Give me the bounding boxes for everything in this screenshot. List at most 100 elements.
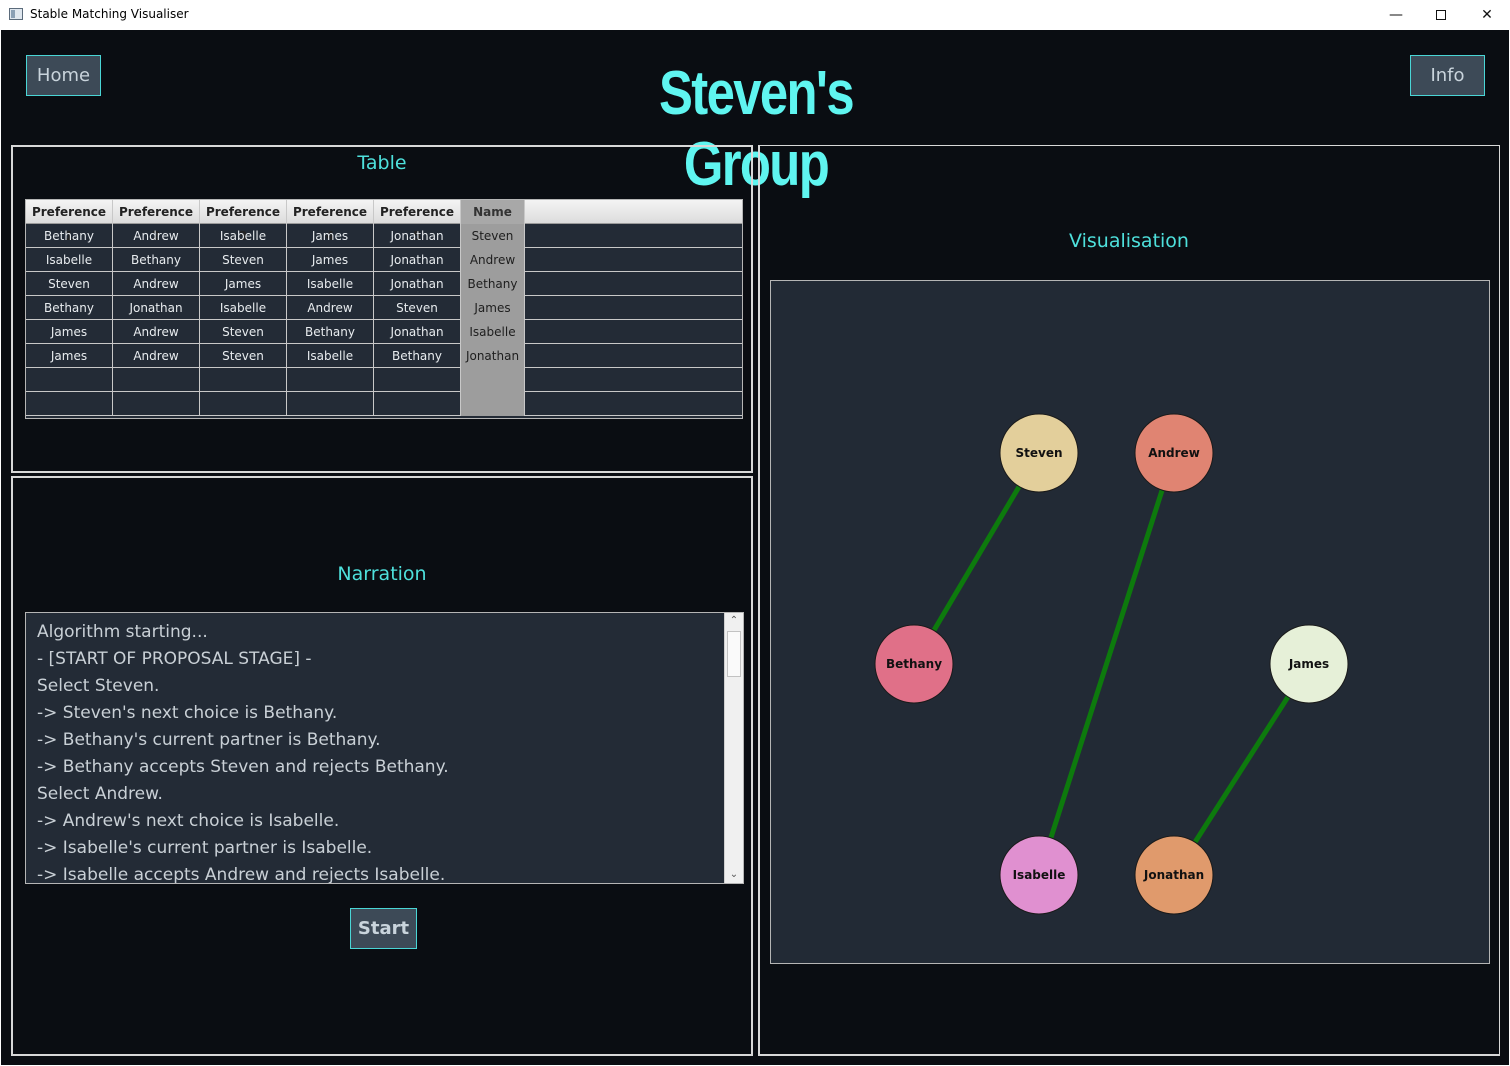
visualisation-panel: Visualisation Steven Andrew Bethany James Is…	[758, 145, 1500, 1056]
node-label: James	[1288, 657, 1329, 671]
match-edge	[1036, 452, 1177, 876]
table-cell: Jonathan	[113, 296, 200, 320]
narration-panel: Narration Algorithm starting... - [START …	[11, 476, 753, 1056]
table-cell: James	[287, 248, 374, 272]
narration-line: -> Bethany accepts Steven and rejects Be…	[37, 757, 449, 777]
table-cell: Andrew	[113, 224, 200, 248]
table-cell	[113, 368, 200, 392]
table-cell: Steven	[200, 320, 287, 344]
window-title: Stable Matching Visualiser	[30, 7, 189, 21]
table-cell: Isabelle	[200, 296, 287, 320]
node-label: Andrew	[1148, 446, 1200, 460]
visualisation-title: Visualisation	[1069, 230, 1189, 252]
table-cell: James	[287, 224, 374, 248]
close-button[interactable]: ✕	[1464, 0, 1510, 30]
table-row[interactable]: Isabelle Bethany Steven James Jonathan Andrew	[26, 248, 742, 272]
app-window-icon	[9, 8, 23, 20]
narration-line: -> Steven's next choice is Bethany.	[37, 703, 338, 723]
table-cell: Jonathan	[374, 224, 461, 248]
table-cell	[200, 392, 287, 416]
table-cell-name	[461, 368, 525, 392]
table-cell	[374, 368, 461, 392]
node-james: James	[1269, 624, 1349, 704]
table-row[interactable]: James Andrew Steven Bethany Jonathan Isabelle	[26, 320, 742, 344]
table-cell: James	[26, 344, 113, 368]
node-bethany: Bethany	[874, 624, 954, 704]
table-cell-name	[461, 392, 525, 416]
table-cell: Steven	[200, 248, 287, 272]
table-cell-name: Isabelle	[461, 320, 525, 344]
column-header[interactable]: Preference 4	[287, 200, 374, 243]
node-label: Jonathan	[1143, 868, 1204, 882]
column-header-name[interactable]: Name	[461, 200, 525, 224]
table-cell: Andrew	[287, 296, 374, 320]
table-cell: Bethany	[26, 296, 113, 320]
scroll-up-icon[interactable]: ⌃	[725, 613, 743, 629]
table-row[interactable]: Steven Andrew James Isabelle Jonathan Bethany	[26, 272, 742, 296]
column-header[interactable]: Preference 3	[200, 200, 287, 243]
narration-scrollbar[interactable]: ⌃ ⌄	[724, 613, 743, 883]
table-row-empty[interactable]	[26, 392, 742, 416]
narration-textarea[interactable]: Algorithm starting... - [START OF PROPOSA…	[25, 612, 744, 884]
table-cell: Bethany	[374, 344, 461, 368]
table-cell-name: Steven	[461, 224, 525, 248]
column-header[interactable]: Preference 2	[113, 200, 200, 243]
home-button[interactable]: Home	[26, 55, 101, 96]
narration-line: -> Andrew's next choice is Isabelle.	[37, 811, 340, 831]
column-header[interactable]: Preference 5	[374, 200, 461, 243]
column-header[interactable]: Preference 1	[26, 200, 113, 243]
table-cell	[200, 368, 287, 392]
scroll-thumb[interactable]	[727, 631, 741, 677]
narration-log: Algorithm starting... - [START OF PROPOSA…	[37, 619, 717, 883]
table-cell: Steven	[200, 344, 287, 368]
table-cell: Bethany	[26, 224, 113, 248]
preference-table[interactable]: Preference 1 Preference 2 Preference 3 P…	[25, 199, 743, 419]
table-row[interactable]: James Andrew Steven Isabelle Bethany Jonathan	[26, 344, 742, 368]
table-cell: Jonathan	[374, 248, 461, 272]
table-cell	[26, 368, 113, 392]
table-row-empty[interactable]	[26, 368, 742, 392]
table-cell: James	[26, 320, 113, 344]
minimize-icon: —	[1389, 7, 1403, 23]
table-cell	[113, 392, 200, 416]
narration-line: Select Steven.	[37, 676, 160, 696]
node-label: Steven	[1015, 446, 1062, 460]
node-andrew: Andrew	[1134, 413, 1214, 493]
maximize-icon	[1436, 10, 1446, 20]
start-button[interactable]: Start	[350, 908, 417, 949]
visualisation-canvas: Steven Andrew Bethany James Isabelle Jonathan	[770, 280, 1490, 964]
table-cell: Steven	[374, 296, 461, 320]
narration-line: - [START OF PROPOSAL STAGE] -	[37, 649, 312, 669]
table-cell: Andrew	[113, 320, 200, 344]
table-cell-name: Jonathan	[461, 344, 525, 368]
node-label: Isabelle	[1013, 868, 1066, 882]
narration-title: Narration	[337, 563, 427, 585]
table-cell	[287, 392, 374, 416]
table-cell: Isabelle	[26, 248, 113, 272]
table-cell: Bethany	[287, 320, 374, 344]
table-cell-name: Andrew	[461, 248, 525, 272]
maximize-button[interactable]	[1418, 0, 1464, 30]
table-cell	[26, 392, 113, 416]
window-titlebar: Stable Matching Visualiser — ✕	[0, 0, 1510, 30]
table-cell: James	[200, 272, 287, 296]
node-jonathan: Jonathan	[1134, 835, 1214, 915]
scroll-down-icon[interactable]: ⌄	[725, 867, 743, 883]
table-cell: Andrew	[113, 344, 200, 368]
matching-graph: Steven Andrew Bethany James Isabelle Jonathan	[874, 413, 1349, 915]
info-button[interactable]: Info	[1410, 55, 1485, 96]
table-cell: Isabelle	[200, 224, 287, 248]
table-cell: Bethany	[113, 248, 200, 272]
table-row[interactable]: Bethany Jonathan Isabelle Andrew Steven James	[26, 296, 742, 320]
table-header-row: Preference 1 Preference 2 Preference 3 P…	[26, 200, 742, 243]
table-cell	[287, 368, 374, 392]
table-panel: Table Preference 1 Preference 2 Preferen…	[11, 145, 753, 473]
table-cell: Jonathan	[374, 272, 461, 296]
table-cell-name: Bethany	[461, 272, 525, 296]
table-cell: Isabelle	[287, 344, 374, 368]
table-cell: Jonathan	[374, 320, 461, 344]
table-row[interactable]: Bethany Andrew Isabelle James Jonathan Steven	[26, 224, 742, 248]
table-title: Table	[357, 152, 407, 174]
minimize-button[interactable]: —	[1373, 0, 1419, 30]
node-isabelle: Isabelle	[999, 835, 1079, 915]
